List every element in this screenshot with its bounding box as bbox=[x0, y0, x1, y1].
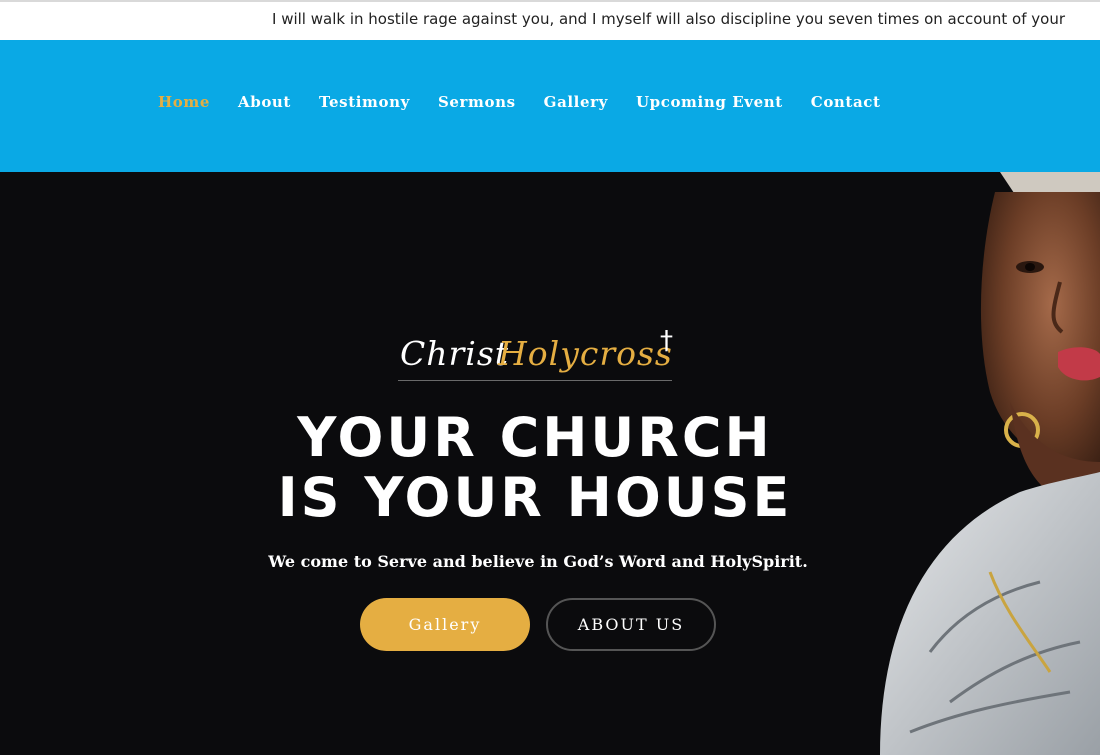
brand-logo: Christ Holycross † bbox=[398, 326, 683, 382]
about-us-button[interactable]: ABOUT US bbox=[546, 598, 716, 651]
nav-item-contact[interactable]: Contact bbox=[811, 93, 881, 111]
nav-item-testimony[interactable]: Testimony bbox=[319, 93, 410, 111]
main-navbar: Home About Testimony Sermons Gallery Upc… bbox=[0, 40, 1100, 172]
nav-item-about[interactable]: About bbox=[238, 93, 291, 111]
brand-holycross-text: Holycross bbox=[498, 334, 673, 373]
nav-item-sermons[interactable]: Sermons bbox=[438, 93, 516, 111]
nav-item-upcoming-event[interactable]: Upcoming Event bbox=[636, 93, 783, 111]
gallery-button[interactable]: Gallery bbox=[360, 598, 530, 651]
hero-section: Christ Holycross † YOUR CHURCH IS YOUR H… bbox=[0, 172, 1100, 755]
hero-headline: YOUR CHURCH IS YOUR HOUSE bbox=[250, 408, 820, 528]
hero-subtitle: We come to Serve and believe in God’s Wo… bbox=[268, 552, 808, 571]
hero-portrait-image bbox=[790, 172, 1100, 755]
nav-item-gallery[interactable]: Gallery bbox=[544, 93, 608, 111]
ticker-text: I will walk in hostile rage against you,… bbox=[272, 10, 1066, 28]
cross-icon: † bbox=[660, 326, 673, 356]
scripture-ticker: I will walk in hostile rage against you,… bbox=[0, 0, 1100, 40]
nav-item-home[interactable]: Home bbox=[158, 93, 210, 111]
nav-menu: Home About Testimony Sermons Gallery Upc… bbox=[158, 93, 909, 111]
brand-underline bbox=[398, 380, 672, 381]
brand-christ-text: Christ bbox=[400, 334, 510, 373]
headline-line-1: YOUR CHURCH bbox=[297, 406, 773, 469]
headline-line-2: IS YOUR HOUSE bbox=[277, 466, 793, 529]
